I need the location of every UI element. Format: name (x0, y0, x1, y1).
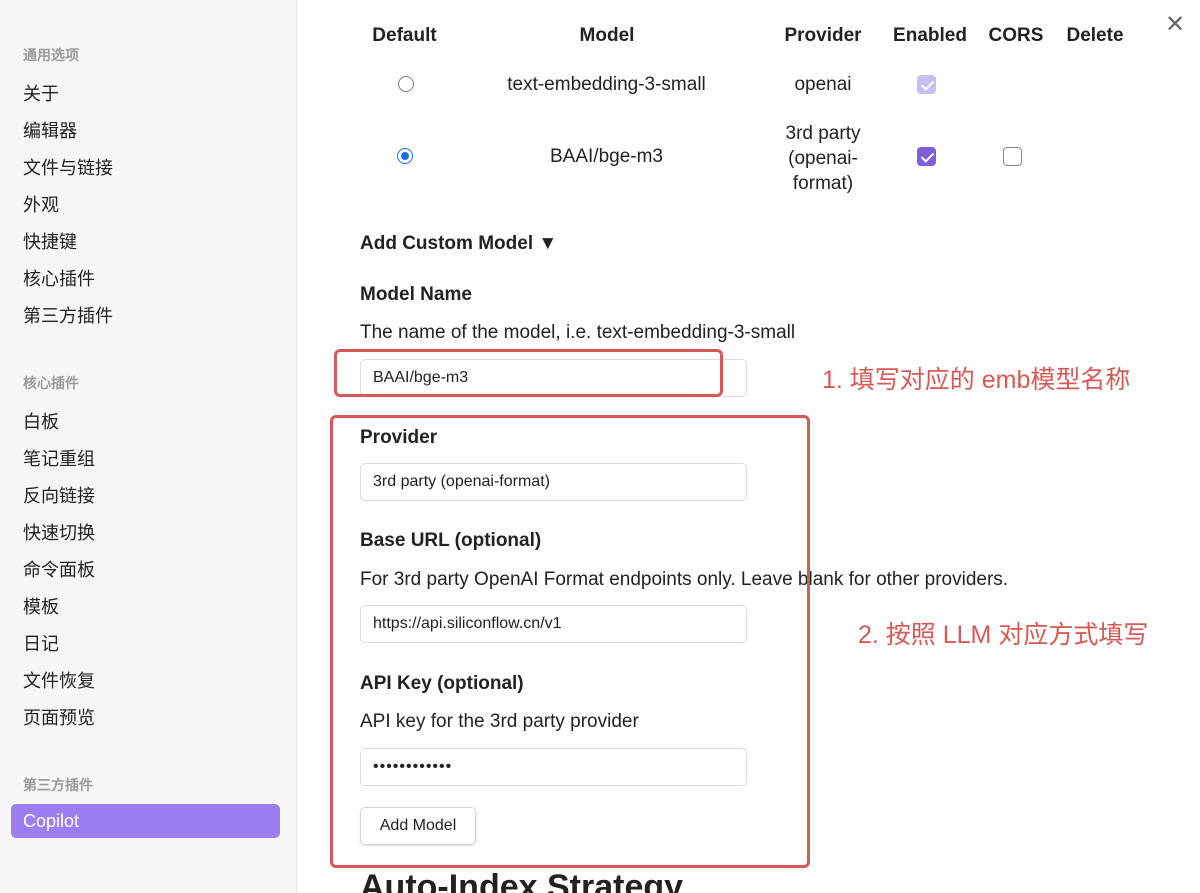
provider-line-3: format) (792, 173, 854, 194)
enabled-checkbox-row-2[interactable] (917, 147, 936, 166)
api-key-description: API key for the 3rd party provider (360, 711, 639, 732)
sidebar-item-note-composer[interactable]: 笔记重组 (23, 445, 95, 471)
sidebar-item-about[interactable]: 关于 (23, 80, 59, 106)
sidebar-section-general: 通用选项 (23, 47, 79, 63)
provider-cell-row-1: openai (794, 74, 852, 95)
api-key-label: API Key (optional) (360, 673, 524, 694)
annotation-note-2: 2. 按照 LLM 对应方式填写 (858, 621, 1149, 649)
default-radio-row-1[interactable] (398, 76, 414, 92)
sidebar-item-editor[interactable]: 编辑器 (23, 117, 77, 143)
sidebar-item-page-preview[interactable]: 页面预览 (23, 704, 95, 730)
provider-line-1: 3rd party (785, 123, 861, 144)
sidebar-item-canvas[interactable]: 白板 (23, 408, 59, 434)
default-radio-row-2[interactable] (397, 148, 413, 164)
sidebar-item-templates[interactable]: 模板 (23, 593, 59, 619)
provider-cell-row-2: 3rd party (openai- format) (773, 121, 873, 196)
base-url-description: For 3rd party OpenAI Format endpoints on… (360, 569, 1009, 590)
annotation-note-1: 1. 填写对应的 emb模型名称 (822, 366, 1131, 394)
sidebar-item-hotkeys[interactable]: 快捷键 (23, 228, 77, 254)
settings-sidebar: 通用选项 关于 编辑器 文件与链接 外观 快捷键 核心插件 第三方插件 核心插件… (0, 0, 297, 893)
sidebar-section-community-plugins: 第三方插件 (23, 777, 93, 793)
sidebar-item-files-links[interactable]: 文件与链接 (23, 154, 113, 180)
auto-index-strategy-heading: Auto-Index Strategy (360, 868, 684, 893)
api-key-input[interactable]: •••••••••••• (360, 748, 747, 786)
sidebar-item-backlinks[interactable]: 反向链接 (23, 482, 95, 508)
cors-checkbox-row-2[interactable] (1003, 147, 1022, 166)
add-custom-model-toggle[interactable]: Add Custom Model ▼ (360, 233, 557, 255)
column-header-delete: Delete (1066, 25, 1124, 46)
enabled-checkbox-row-1 (917, 75, 936, 94)
column-header-cors: CORS (988, 25, 1044, 46)
model-cell-row-1: text-embedding-3-small (507, 74, 706, 95)
sidebar-item-core-plugins[interactable]: 核心插件 (23, 265, 95, 291)
base-url-input[interactable]: https://api.siliconflow.cn/v1 (360, 605, 747, 643)
model-cell-row-2: BAAI/bge-m3 (550, 146, 663, 167)
sidebar-item-command-palette[interactable]: 命令面板 (23, 556, 95, 582)
sidebar-item-appearance[interactable]: 外观 (23, 191, 59, 217)
add-model-button[interactable]: Add Model (360, 807, 476, 845)
sidebar-section-core-plugins: 核心插件 (23, 375, 79, 391)
provider-line-2: (openai- (788, 148, 858, 169)
column-header-model: Model (579, 25, 635, 46)
sidebar-item-copilot[interactable]: Copilot (11, 804, 280, 838)
column-header-default: Default (372, 25, 437, 46)
model-name-label: Model Name (360, 284, 472, 305)
sidebar-item-quick-switcher[interactable]: 快速切换 (23, 519, 95, 545)
sidebar-item-daily-notes[interactable]: 日记 (23, 630, 59, 656)
column-header-provider: Provider (784, 25, 862, 46)
base-url-label: Base URL (optional) (360, 530, 542, 551)
sidebar-item-file-recovery[interactable]: 文件恢复 (23, 667, 95, 693)
column-header-enabled: Enabled (893, 25, 967, 46)
provider-label: Provider (360, 427, 438, 448)
close-icon[interactable]: ✕ (1163, 13, 1187, 38)
model-name-description: The name of the model, i.e. text-embeddi… (360, 322, 796, 343)
sidebar-item-community-plugins[interactable]: 第三方插件 (23, 302, 113, 328)
provider-select[interactable]: 3rd party (openai-format) (360, 463, 747, 501)
model-name-input[interactable]: BAAI/bge-m3 (360, 359, 747, 397)
